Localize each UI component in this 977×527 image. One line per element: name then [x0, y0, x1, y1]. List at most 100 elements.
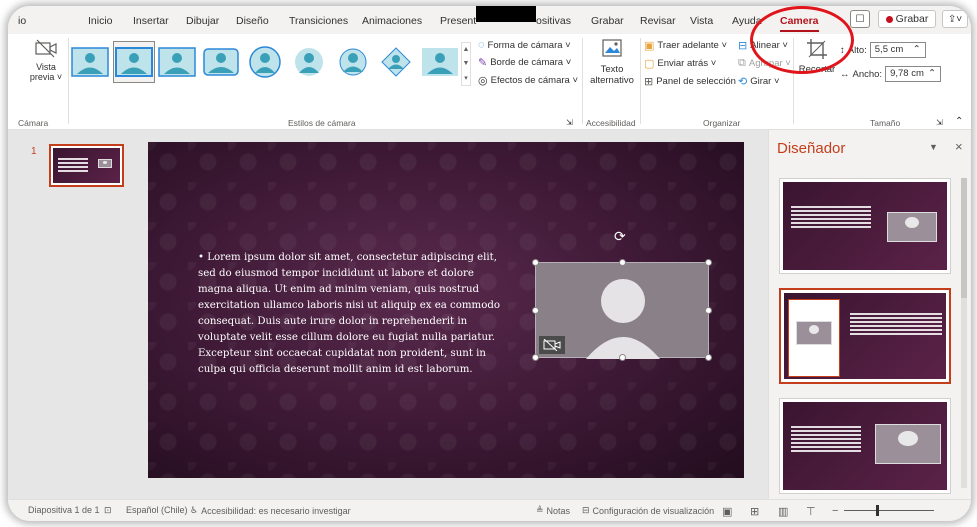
designer-scrollbar[interactable]: [961, 178, 967, 488]
tab-transiciones[interactable]: Transiciones: [289, 15, 348, 27]
tab-presentacion[interactable]: Present: [440, 15, 476, 27]
resize-handle[interactable]: [619, 354, 626, 361]
design-idea-card[interactable]: [779, 288, 951, 384]
group-icon: ⧉: [738, 57, 746, 69]
spellcheck-icon[interactable]: ⊡: [104, 505, 112, 516]
slide-info: Diapositiva 1 de 1: [28, 505, 100, 515]
spinner-icon[interactable]: ⌃: [913, 44, 921, 56]
notes-button[interactable]: ≜ Notas: [536, 505, 570, 516]
resize-handle[interactable]: [532, 259, 539, 266]
tab-diseno[interactable]: Diseño: [236, 15, 269, 27]
camera-placeholder-icon: [796, 321, 832, 345]
texto-alternativo-button[interactable]: Texto alternativo: [586, 38, 638, 86]
language-status[interactable]: Español (Chile): [126, 505, 188, 515]
texto-alternativo-label-1: Texto: [600, 64, 624, 75]
width-icon: ↔: [840, 68, 850, 80]
alt-text-icon: [586, 38, 638, 64]
zoom-slider-thumb[interactable]: [876, 505, 879, 516]
tab-inicio[interactable]: Inicio: [88, 15, 113, 27]
tab-grabar[interactable]: Grabar: [591, 15, 624, 27]
camera-style-option[interactable]: [420, 42, 460, 82]
share-button[interactable]: ⇪˅: [942, 10, 968, 28]
camera-style-option[interactable]: [245, 42, 285, 82]
texto-alternativo-label-2: alternativo: [590, 75, 634, 86]
resize-handle[interactable]: [705, 259, 712, 266]
slide-canvas[interactable]: • Lorem ipsum dolor sit amet, consectetu…: [148, 142, 744, 478]
tamano-dialog-launcher[interactable]: ⇲: [936, 118, 943, 127]
camera-feed-object[interactable]: [532, 259, 712, 361]
forma-de-camara-button[interactable]: ◌ Forma de cámara ˅: [478, 39, 571, 51]
camera-style-option[interactable]: [201, 42, 241, 82]
spinner-icon[interactable]: ⌃: [928, 68, 936, 80]
ribbon-separator: [68, 38, 69, 124]
zoom-slider[interactable]: [844, 510, 934, 511]
camera-style-option[interactable]: [333, 42, 373, 82]
tab-dibujar[interactable]: Dibujar: [186, 15, 219, 27]
chevron-up-icon: ▲: [462, 46, 470, 54]
slide-body-text[interactable]: • Lorem ipsum dolor sit amet, consectetu…: [198, 250, 510, 378]
resize-handle[interactable]: [705, 354, 712, 361]
resize-handle[interactable]: [619, 259, 626, 266]
resize-handle[interactable]: [532, 354, 539, 361]
close-icon[interactable]: ×: [955, 139, 963, 154]
group-label-estilos: Estilos de cámara: [288, 118, 356, 128]
slide-editing-area: • Lorem ipsum dolor sit amet, consectetu…: [136, 130, 768, 499]
camera-style-option[interactable]: [158, 42, 198, 82]
normal-view-icon[interactable]: ▣: [722, 505, 732, 518]
design-idea-card[interactable]: [779, 178, 951, 274]
resize-handle[interactable]: [532, 307, 539, 314]
slide-thumbnail[interactable]: [49, 144, 124, 187]
resize-handle[interactable]: [705, 307, 712, 314]
reading-view-icon[interactable]: ▥: [778, 505, 788, 518]
girar-button[interactable]: ⟲ Girar ˅: [738, 75, 780, 88]
accessibility-status[interactable]: ♿ Accesibilidad: es necesario investigar: [190, 505, 351, 516]
camera-placeholder-icon: [98, 159, 112, 168]
tab-animaciones[interactable]: Animaciones: [362, 15, 422, 27]
vista-previa-label-2: previa ˅: [29, 72, 63, 82]
enviar-atras-label: Enviar atrás ˅: [657, 58, 717, 69]
zoom-out-icon[interactable]: −: [832, 505, 838, 517]
bring-forward-icon: ▣: [644, 40, 655, 52]
camera-style-option[interactable]: [112, 41, 155, 83]
slideshow-icon[interactable]: ⊤: [806, 505, 816, 518]
design-idea-card[interactable]: [779, 398, 951, 494]
camera-style-option[interactable]: [289, 42, 329, 82]
tab-archivo[interactable]: io: [18, 15, 26, 27]
traer-adelante-label: Traer adelante ˅: [657, 40, 728, 51]
enviar-atras-button[interactable]: ▢ Enviar atrás ˅: [644, 57, 716, 70]
more-icon: ▾: [464, 74, 468, 82]
alto-input[interactable]: 5,5 cm ⌃: [869, 42, 926, 58]
efectos-de-camara-button[interactable]: ◎ Efectos de cámara ˅: [478, 74, 578, 87]
traer-adelante-button[interactable]: ▣ Traer adelante ˅: [644, 39, 727, 52]
view-settings-button[interactable]: ⊟ Configuración de visualización: [582, 505, 714, 516]
gallery-scroll-control[interactable]: ▲ ▼ ▾: [461, 42, 471, 86]
camera-style-option[interactable]: [376, 42, 416, 82]
tab-vista[interactable]: Vista: [690, 15, 713, 27]
girar-label: Girar ˅: [750, 76, 780, 87]
shape-icon: ◌: [478, 39, 485, 51]
display-settings-icon: ⊟: [582, 505, 590, 515]
borde-de-camara-button[interactable]: ✎ Borde de cámara ˅: [478, 56, 571, 69]
estilos-dialog-launcher[interactable]: ⇲: [566, 118, 573, 127]
camera-style-option[interactable]: [70, 42, 110, 82]
comments-button[interactable]: ☐: [850, 10, 870, 28]
vista-previa-button[interactable]: Vista previa ˅: [26, 38, 66, 82]
tab-revisar[interactable]: Revisar: [640, 15, 676, 27]
collapse-ribbon-button[interactable]: ⌃: [955, 116, 963, 127]
camera-placeholder-icon: [875, 424, 941, 464]
record-button[interactable]: Grabar: [878, 10, 936, 28]
ancho-input[interactable]: 9,78 cm ⌃: [885, 66, 942, 82]
chevron-down-icon[interactable]: ▼: [929, 142, 938, 152]
ancho-value: 9,78 cm: [890, 68, 924, 79]
vista-previa-label-1: Vista: [36, 62, 56, 72]
panel-de-seleccion-button[interactable]: ⊞ Panel de selección: [644, 75, 736, 88]
tab-insertar[interactable]: Insertar: [133, 15, 169, 27]
forma-de-camara-label: Forma de cámara ˅: [487, 39, 571, 51]
notes-icon: ≜: [536, 505, 544, 515]
scrollbar-thumb[interactable]: [961, 178, 967, 298]
slide-sorter-icon[interactable]: ⊞: [750, 505, 759, 518]
rotate-handle-icon[interactable]: ⟳: [614, 228, 626, 245]
notes-label: Notas: [546, 505, 571, 516]
camera-off-icon[interactable]: [539, 336, 565, 354]
group-label-camara: Cámara: [18, 118, 49, 128]
